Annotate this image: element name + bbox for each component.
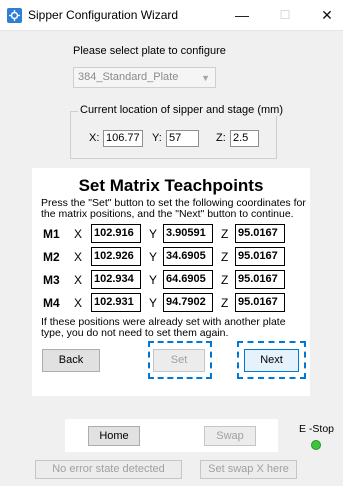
teachpoint-x-field[interactable]: 102.916 [91, 224, 141, 243]
teachpoints-instructions: Press the "Set" button to set the follow… [41, 197, 306, 220]
teachpoint-z-field[interactable]: 95.0167 [235, 247, 285, 266]
estop-label: E -Stop [299, 423, 335, 435]
location-y-label: Y: [152, 132, 162, 144]
current-location-legend: Current location of sipper and stage (mm… [78, 104, 285, 116]
teachpoint-y-field[interactable]: 94.7902 [163, 293, 213, 312]
teachpoint-y-field[interactable]: 64.6905 [163, 270, 213, 289]
teachpoint-y-field[interactable]: 3.90591 [163, 224, 213, 243]
teachpoint-name: M2 [43, 250, 60, 264]
teachpoint-x-label: X [74, 296, 83, 310]
plate-select-dropdown[interactable]: 384_Standard_Plate ▼ [73, 67, 216, 88]
close-button[interactable]: ✕ [313, 4, 341, 26]
teachpoint-x-label: X [74, 227, 83, 241]
teachpoint-name: M4 [43, 296, 60, 310]
teachpoint-z-label: Z [221, 227, 229, 241]
location-y-field[interactable]: 57 [166, 130, 199, 147]
teachpoints-title: Set Matrix Teachpoints [78, 176, 264, 195]
teachpoints-note: If these positions were already set with… [41, 316, 286, 339]
teachpoint-y-label: Y [149, 273, 158, 287]
teachpoint-z-label: Z [221, 296, 229, 310]
minimize-button[interactable]: — [228, 4, 256, 26]
app-gear-icon [7, 8, 22, 23]
teachpoint-y-field[interactable]: 34.6905 [163, 247, 213, 266]
teachpoint-z-field[interactable]: 95.0167 [235, 293, 285, 312]
chevron-down-icon: ▼ [201, 73, 210, 83]
location-z-label: Z: [216, 132, 226, 144]
teachpoint-x-label: X [74, 273, 83, 287]
window-title: Sipper Configuration Wizard [28, 8, 179, 22]
back-button[interactable]: Back [42, 349, 100, 372]
teachpoint-y-label: Y [149, 296, 158, 310]
teachpoint-x-label: X [74, 250, 83, 264]
title-bar: Sipper Configuration Wizard — ☐ ✕ [0, 0, 343, 31]
error-state-button[interactable]: No error state detected [35, 460, 182, 479]
plate-select-value: 384_Standard_Plate [78, 71, 179, 83]
home-button[interactable]: Home [88, 426, 140, 446]
set-button[interactable]: Set [153, 349, 205, 372]
next-button[interactable]: Next [244, 349, 299, 372]
set-swap-x-button[interactable]: Set swap X here [200, 460, 297, 479]
maximize-button: ☐ [279, 8, 291, 22]
teachpoint-y-label: Y [149, 250, 158, 264]
teachpoint-z-label: Z [221, 250, 229, 264]
teachpoint-y-label: Y [149, 227, 158, 241]
teachpoint-z-label: Z [221, 273, 229, 287]
teachpoint-z-field[interactable]: 95.0167 [235, 224, 285, 243]
teachpoint-name: M1 [43, 227, 60, 241]
estop-status-led [311, 440, 321, 450]
location-x-field[interactable]: 106.77 [103, 130, 143, 147]
teachpoint-x-field[interactable]: 102.931 [91, 293, 141, 312]
teachpoint-x-field[interactable]: 102.926 [91, 247, 141, 266]
teachpoint-z-field[interactable]: 95.0167 [235, 270, 285, 289]
location-x-label: X: [89, 132, 100, 144]
plate-select-prompt: Please select plate to configure [73, 45, 226, 57]
location-z-field[interactable]: 2.5 [230, 130, 259, 147]
teachpoint-name: M3 [43, 273, 60, 287]
teachpoint-x-field[interactable]: 102.934 [91, 270, 141, 289]
swap-button[interactable]: Swap [204, 426, 256, 446]
